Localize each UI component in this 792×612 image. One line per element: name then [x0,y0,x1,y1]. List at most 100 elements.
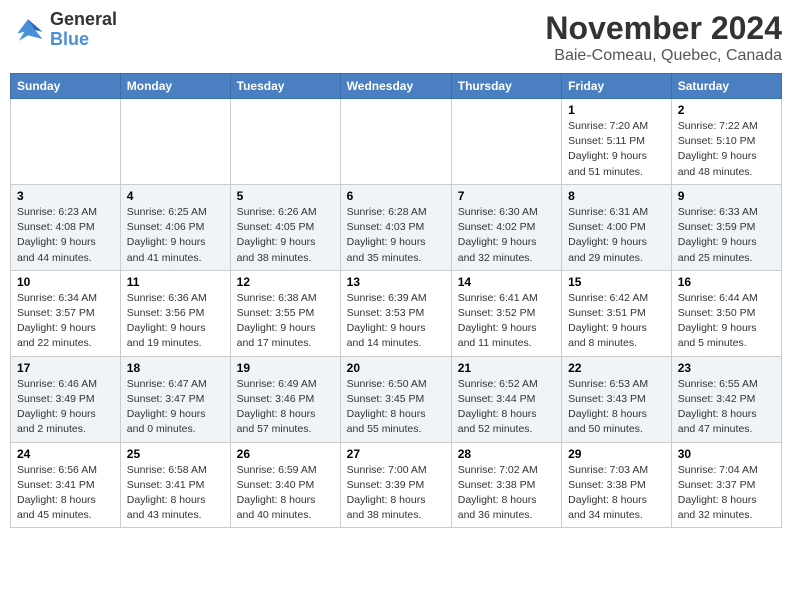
day-number: 11 [127,275,224,289]
day-number: 7 [458,189,555,203]
day-info: Sunrise: 6:33 AM Sunset: 3:59 PM Dayligh… [678,205,775,266]
day-info: Sunrise: 6:36 AM Sunset: 3:56 PM Dayligh… [127,291,224,352]
day-info: Sunrise: 6:28 AM Sunset: 4:03 PM Dayligh… [347,205,445,266]
title-block: November 2024 Baie-Comeau, Quebec, Canad… [545,10,782,65]
calendar-cell: 19 Sunrise: 6:49 AM Sunset: 3:46 PM Dayli… [230,356,340,442]
day-info: Sunrise: 6:42 AM Sunset: 3:51 PM Dayligh… [568,291,665,352]
day-info: Sunrise: 6:25 AM Sunset: 4:06 PM Dayligh… [127,205,224,266]
day-info: Sunrise: 7:00 AM Sunset: 3:39 PM Dayligh… [347,463,445,524]
calendar-cell: 16Sunrise: 6:44 AM Sunset: 3:50 PM Dayli… [671,270,781,356]
day-info: Sunrise: 6:38 AM Sunset: 3:55 PM Dayligh… [237,291,334,352]
day-number: 9 [678,189,775,203]
day-info: Sunrise: 6:47 AM Sunset: 3:47 PM Dayligh… [127,377,224,438]
calendar-cell: 8 Sunrise: 6:31 AM Sunset: 4:00 PM Daylig… [562,184,672,270]
day-number: 13 [347,275,445,289]
calendar-week-1: 1 Sunrise: 7:20 AM Sunset: 5:11 PM Daylig… [11,99,782,185]
month-title: November 2024 [545,10,782,47]
day-number: 22 [568,361,665,375]
calendar-cell: 30Sunrise: 7:04 AM Sunset: 3:37 PM Dayli… [671,442,781,528]
logo-line1: General [50,10,117,30]
calendar-week-3: 10 Sunrise: 6:34 AM Sunset: 3:57 PM Dayli… [11,270,782,356]
calendar-cell: 22 Sunrise: 6:53 AM Sunset: 3:43 PM Dayli… [562,356,672,442]
calendar-cell: 9 Sunrise: 6:33 AM Sunset: 3:59 PM Daylig… [671,184,781,270]
calendar-body: 1 Sunrise: 7:20 AM Sunset: 5:11 PM Daylig… [11,99,782,528]
calendar-cell: 14 Sunrise: 6:41 AM Sunset: 3:52 PM Dayli… [451,270,561,356]
calendar-cell: 28 Sunrise: 7:02 AM Sunset: 3:38 PM Dayli… [451,442,561,528]
day-info: Sunrise: 6:26 AM Sunset: 4:05 PM Dayligh… [237,205,334,266]
day-info: Sunrise: 7:20 AM Sunset: 5:11 PM Dayligh… [568,119,665,180]
header-monday: Monday [120,74,230,99]
day-info: Sunrise: 6:50 AM Sunset: 3:45 PM Dayligh… [347,377,445,438]
day-number: 5 [237,189,334,203]
calendar-cell: 6 Sunrise: 6:28 AM Sunset: 4:03 PM Daylig… [340,184,451,270]
calendar-cell [11,99,121,185]
day-info: Sunrise: 6:59 AM Sunset: 3:40 PM Dayligh… [237,463,334,524]
calendar-cell [230,99,340,185]
calendar-cell: 27 Sunrise: 7:00 AM Sunset: 3:39 PM Dayli… [340,442,451,528]
calendar-cell: 3 Sunrise: 6:23 AM Sunset: 4:08 PM Daylig… [11,184,121,270]
day-number: 12 [237,275,334,289]
day-number: 1 [568,103,665,117]
day-info: Sunrise: 7:02 AM Sunset: 3:38 PM Dayligh… [458,463,555,524]
day-info: Sunrise: 6:49 AM Sunset: 3:46 PM Dayligh… [237,377,334,438]
calendar-cell: 17 Sunrise: 6:46 AM Sunset: 3:49 PM Dayli… [11,356,121,442]
header-row: Sunday Monday Tuesday Wednesday Thursday… [11,74,782,99]
day-number: 10 [17,275,114,289]
calendar-cell [120,99,230,185]
day-info: Sunrise: 6:31 AM Sunset: 4:00 PM Dayligh… [568,205,665,266]
header-saturday: Saturday [671,74,781,99]
day-number: 19 [237,361,334,375]
header-wednesday: Wednesday [340,74,451,99]
calendar-cell: 15Sunrise: 6:42 AM Sunset: 3:51 PM Dayli… [562,270,672,356]
day-number: 23 [678,361,775,375]
calendar-cell [451,99,561,185]
day-number: 8 [568,189,665,203]
day-number: 29 [568,447,665,461]
calendar-cell: 23 Sunrise: 6:55 AM Sunset: 3:42 PM Dayli… [671,356,781,442]
day-info: Sunrise: 6:46 AM Sunset: 3:49 PM Dayligh… [17,377,114,438]
calendar-cell: 7 Sunrise: 6:30 AM Sunset: 4:02 PM Daylig… [451,184,561,270]
header-tuesday: Tuesday [230,74,340,99]
day-info: Sunrise: 6:30 AM Sunset: 4:02 PM Dayligh… [458,205,555,266]
day-info: Sunrise: 6:52 AM Sunset: 3:44 PM Dayligh… [458,377,555,438]
page-header: General Blue November 2024 Baie-Comeau, … [10,10,782,65]
calendar-cell: 10 Sunrise: 6:34 AM Sunset: 3:57 PM Dayli… [11,270,121,356]
calendar-week-4: 17 Sunrise: 6:46 AM Sunset: 3:49 PM Dayli… [11,356,782,442]
day-number: 17 [17,361,114,375]
calendar-cell [340,99,451,185]
day-info: Sunrise: 6:23 AM Sunset: 4:08 PM Dayligh… [17,205,114,266]
calendar-cell: 21 Sunrise: 6:52 AM Sunset: 3:44 PM Dayli… [451,356,561,442]
day-number: 16 [678,275,775,289]
day-number: 24 [17,447,114,461]
day-info: Sunrise: 6:34 AM Sunset: 3:57 PM Dayligh… [17,291,114,352]
calendar-week-5: 24 Sunrise: 6:56 AM Sunset: 3:41 PM Dayli… [11,442,782,528]
day-info: Sunrise: 6:39 AM Sunset: 3:53 PM Dayligh… [347,291,445,352]
day-number: 18 [127,361,224,375]
day-number: 4 [127,189,224,203]
calendar-header: Sunday Monday Tuesday Wednesday Thursday… [11,74,782,99]
day-number: 30 [678,447,775,461]
day-number: 3 [17,189,114,203]
day-number: 21 [458,361,555,375]
calendar-cell: 20Sunrise: 6:50 AM Sunset: 3:45 PM Dayli… [340,356,451,442]
header-friday: Friday [562,74,672,99]
calendar-cell: 29Sunrise: 7:03 AM Sunset: 3:38 PM Dayli… [562,442,672,528]
day-number: 2 [678,103,775,117]
calendar-cell: 24 Sunrise: 6:56 AM Sunset: 3:41 PM Dayli… [11,442,121,528]
day-number: 6 [347,189,445,203]
day-number: 25 [127,447,224,461]
logo-icon [10,12,46,48]
day-info: Sunrise: 7:22 AM Sunset: 5:10 PM Dayligh… [678,119,775,180]
day-number: 27 [347,447,445,461]
day-info: Sunrise: 6:56 AM Sunset: 3:41 PM Dayligh… [17,463,114,524]
calendar-cell: 4 Sunrise: 6:25 AM Sunset: 4:06 PM Daylig… [120,184,230,270]
location-title: Baie-Comeau, Quebec, Canada [545,47,782,65]
logo-line2: Blue [50,30,117,50]
calendar-cell: 18 Sunrise: 6:47 AM Sunset: 3:47 PM Dayli… [120,356,230,442]
day-info: Sunrise: 6:41 AM Sunset: 3:52 PM Dayligh… [458,291,555,352]
day-info: Sunrise: 6:55 AM Sunset: 3:42 PM Dayligh… [678,377,775,438]
day-info: Sunrise: 6:53 AM Sunset: 3:43 PM Dayligh… [568,377,665,438]
day-number: 28 [458,447,555,461]
day-number: 14 [458,275,555,289]
calendar-cell: 13 Sunrise: 6:39 AM Sunset: 3:53 PM Dayli… [340,270,451,356]
